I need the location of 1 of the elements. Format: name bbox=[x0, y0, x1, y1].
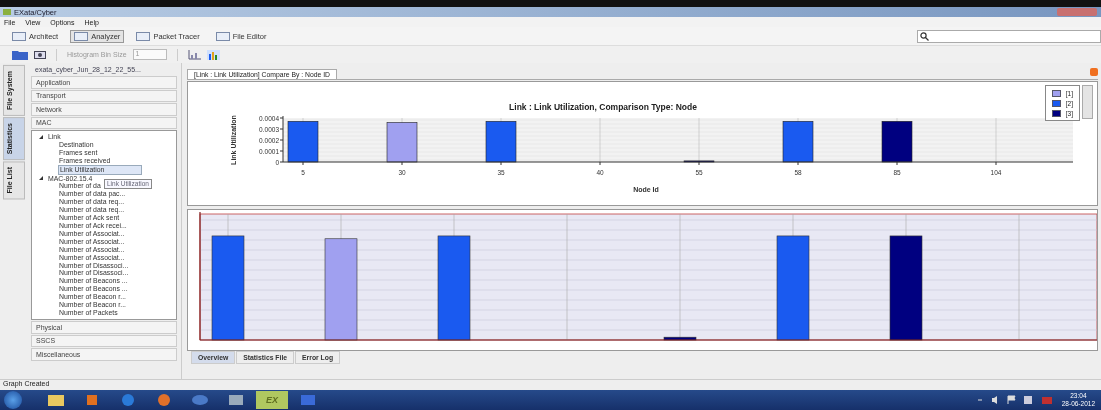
chart-title: Link : Link Utilization, Comparison Type: Node bbox=[509, 102, 697, 112]
